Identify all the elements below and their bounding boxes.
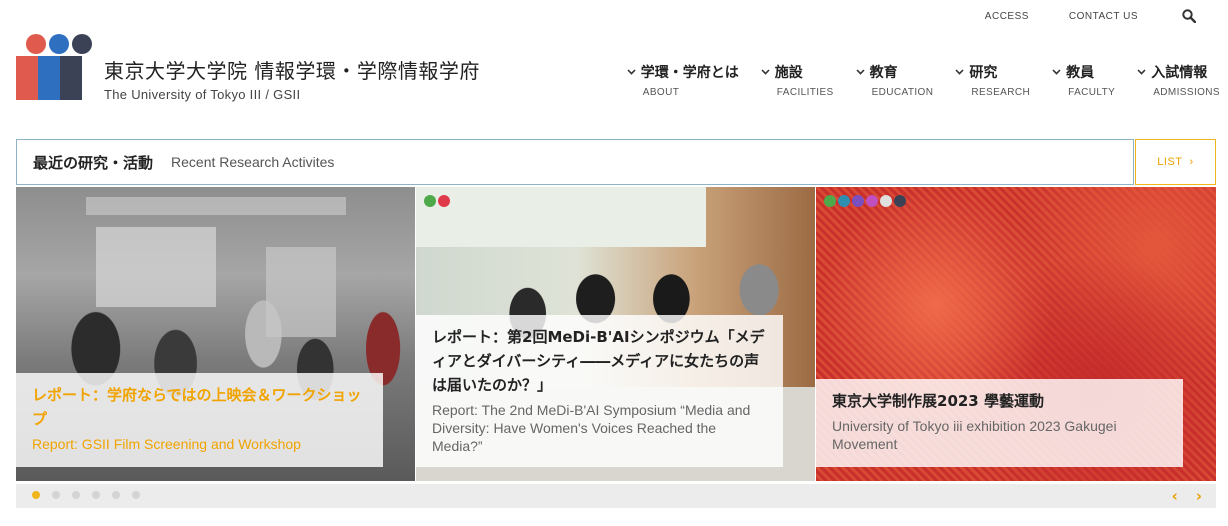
- nav-label-jp: 研究: [969, 65, 998, 81]
- logo-dot-red: [26, 34, 46, 54]
- pager-dot-3[interactable]: [72, 491, 80, 499]
- slide-film-screening[interactable]: レポート：学府ならではの上映会＆ワークショップ Report: GSII Fil…: [16, 187, 415, 481]
- chevron-down-icon: [1052, 69, 1061, 75]
- nav-item-education[interactable]: 教育 EDUCATION: [856, 62, 934, 98]
- slide-title-en: University of Tokyo iii exhibition 2023 …: [832, 418, 1117, 452]
- slide-title-en: Report: GSII Film Screening and Workshop: [32, 436, 301, 452]
- chevron-right-icon[interactable]: ›: [1196, 487, 1202, 505]
- nav-label-jp: 教育: [869, 65, 898, 81]
- chevron-down-icon: [761, 69, 770, 75]
- nav-label-en: FACULTY: [1068, 87, 1116, 98]
- logo-bar-navy: [60, 56, 82, 100]
- access-link[interactable]: ACCESS: [985, 11, 1029, 22]
- pager-dot-4[interactable]: [92, 491, 100, 499]
- pager-dot-6[interactable]: [132, 491, 140, 499]
- brand-title[interactable]: 東京大学大学院 情報学環・学際情報学府 The University of To…: [104, 55, 480, 102]
- utility-bar: ACCESS CONTACT US: [945, 9, 1196, 23]
- nav-label-en: ABOUT: [642, 87, 680, 98]
- slide-gakugei-exhibition[interactable]: 東京大学制作展2023 學藝運動 University of Tokyo iii…: [816, 187, 1216, 481]
- logo-bar-blue: [38, 56, 60, 100]
- research-carousel: レポート：学府ならではの上映会＆ワークショップ Report: GSII Fil…: [16, 187, 1216, 481]
- search-icon[interactable]: [1182, 9, 1196, 23]
- pager-arrows: ‹ ›: [1172, 487, 1202, 505]
- brand-title-en: The University of Tokyo III / GSII: [104, 87, 301, 102]
- list-button[interactable]: LIST ›: [1135, 139, 1216, 185]
- nav-label-en: ADMISSIONS: [1153, 87, 1220, 98]
- section-title-en: Recent Research Activites: [171, 154, 335, 170]
- contact-us-link[interactable]: CONTACT US: [1069, 11, 1138, 22]
- pager-dot-1[interactable]: [32, 491, 40, 499]
- carousel-pager: ‹ ›: [16, 484, 1216, 508]
- slide-color-dots: [824, 195, 906, 207]
- nav-label-en: FACILITIES: [776, 87, 834, 98]
- chevron-left-icon[interactable]: ‹: [1172, 487, 1178, 505]
- nav-label-en: EDUCATION: [871, 87, 934, 98]
- main-nav: 学環・学府とは ABOUT 施設 FACILITIES 教育 EDUCATION…: [605, 62, 1220, 98]
- nav-label-jp: 施設: [774, 65, 803, 81]
- logo-dot-blue: [49, 34, 69, 54]
- slide-title-en: Report: The 2nd MeDi-B'AI Symposium “Med…: [432, 402, 751, 454]
- nav-label-jp: 入試情報: [1151, 65, 1208, 81]
- nav-item-about[interactable]: 学環・学府とは ABOUT: [627, 62, 739, 98]
- nav-item-faculty[interactable]: 教員 FACULTY: [1052, 62, 1115, 98]
- slide-caption: レポート：第2回MeDi-B'AIシンポジウム「メディアとダイバーシティ――メデ…: [416, 315, 783, 467]
- nav-label-en: RESEARCH: [971, 87, 1031, 98]
- logo-bar-red: [16, 56, 38, 100]
- pager-dots: [32, 491, 140, 499]
- nav-item-research[interactable]: 研究 RESEARCH: [955, 62, 1030, 98]
- slide-caption: レポート：学府ならではの上映会＆ワークショップ Report: GSII Fil…: [16, 373, 383, 467]
- slide-color-dots: [424, 195, 450, 207]
- chevron-down-icon: [1137, 69, 1146, 75]
- slide-title-jp: 東京大学制作展2023 學藝運動: [832, 392, 1044, 410]
- slide-title-jp: レポート：学府ならではの上映会＆ワークショップ: [32, 386, 362, 428]
- site-logo[interactable]: [16, 34, 92, 100]
- nav-label-jp: 教員: [1066, 65, 1095, 81]
- slide-title-jp: レポート：第2回MeDi-B'AIシンポジウム「メディアとダイバーシティ――メデ…: [432, 328, 765, 394]
- nav-label-jp: 学環・学府とは: [640, 65, 739, 81]
- pager-dot-2[interactable]: [52, 491, 60, 499]
- nav-item-admissions[interactable]: 入試情報 ADMISSIONS: [1137, 62, 1220, 98]
- chevron-right-icon: ›: [1189, 156, 1194, 168]
- section-title-jp: 最近の研究・活動: [33, 153, 154, 172]
- logo-dot-navy: [72, 34, 92, 54]
- chevron-down-icon: [955, 69, 964, 75]
- nav-item-facilities[interactable]: 施設 FACILITIES: [761, 62, 834, 98]
- section-header: 最近の研究・活動 Recent Research Activites: [16, 139, 1134, 185]
- chevron-down-icon: [627, 69, 636, 75]
- slide-caption: 東京大学制作展2023 學藝運動 University of Tokyo iii…: [816, 379, 1183, 467]
- brand-title-jp: 東京大学大学院 情報学環・学際情報学府: [104, 59, 480, 83]
- chevron-down-icon: [856, 69, 865, 75]
- list-button-label: LIST: [1157, 156, 1183, 168]
- pager-dot-5[interactable]: [112, 491, 120, 499]
- slide-medi-bai-symposium[interactable]: レポート：第2回MeDi-B'AIシンポジウム「メディアとダイバーシティ――メデ…: [416, 187, 815, 481]
